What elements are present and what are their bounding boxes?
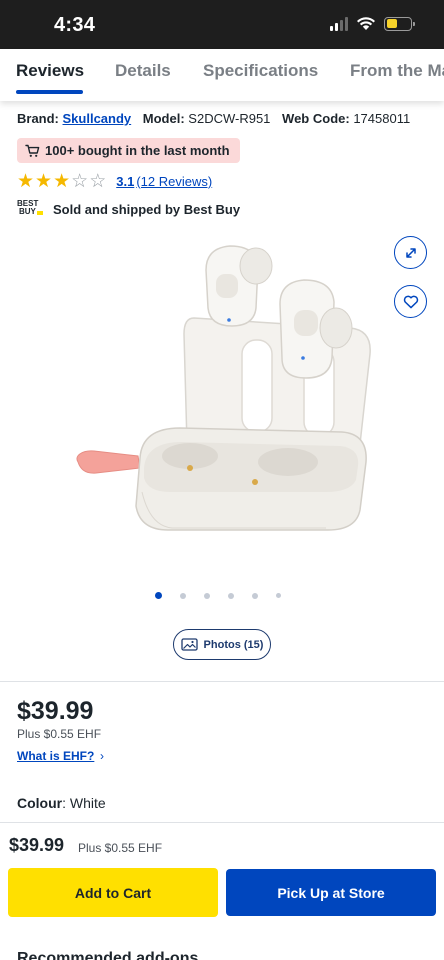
star-filled-icon: ★ <box>17 171 35 192</box>
tab-specifications[interactable]: Specifications <box>203 61 318 81</box>
pagination-dot[interactable] <box>155 592 162 599</box>
product-meta: Brand: Skullcandy Model: S2DCW-R951 Web … <box>17 111 410 126</box>
expand-image-button[interactable] <box>394 236 427 269</box>
image-pagination <box>155 592 281 599</box>
star-filled-icon: ★ <box>53 171 71 192</box>
rating-summary[interactable]: ★ ★ ★ ☆ ☆ 3.1 (12 Reviews) <box>17 172 212 191</box>
brand-label: Brand: <box>17 111 59 126</box>
tab-from-the-manufacturer[interactable]: From the Ma <box>350 61 444 81</box>
signal-icon <box>330 16 348 31</box>
photos-button[interactable]: Photos (15) <box>173 629 271 660</box>
best-buy-logo: BEST BUY <box>17 200 44 218</box>
tab-reviews[interactable]: Reviews <box>16 61 84 81</box>
tab-details[interactable]: Details <box>115 61 171 81</box>
pagination-dot[interactable] <box>228 592 234 599</box>
wishlist-button[interactable] <box>394 285 427 318</box>
seller-text: Sold and shipped by Best Buy <box>53 201 241 217</box>
sticky-price: $39.99 <box>9 835 65 855</box>
webcode-label: Web Code: <box>282 111 350 126</box>
colour-selection: Colour: White <box>17 795 106 811</box>
star-empty-icon: ☆ <box>71 171 89 192</box>
product-image[interactable] <box>60 230 380 560</box>
colour-value: White <box>69 795 106 811</box>
heart-icon <box>403 295 418 308</box>
pick-up-at-store-button[interactable]: Pick Up at Store <box>226 869 436 916</box>
recommended-addons-heading: Recommended add-ons <box>17 950 199 960</box>
review-count-link[interactable]: (12 Reviews) <box>136 174 212 189</box>
photo-icon <box>180 638 198 651</box>
popularity-badge: 100+ bought in the last month <box>17 138 240 163</box>
status-icons <box>330 16 415 31</box>
seller-info: BEST BUY Sold and shipped by Best Buy <box>17 200 240 218</box>
status-time: 4:34 <box>54 14 96 36</box>
brand-link[interactable]: Skullcandy <box>63 111 132 126</box>
photos-label: Photos (15) <box>203 638 264 651</box>
model-value: S2DCW-R951 <box>188 111 271 126</box>
sticky-ehf: Plus $0.55 EHF <box>78 841 163 855</box>
model-label: Model: <box>142 111 185 126</box>
webcode-value: 17458011 <box>353 111 411 126</box>
colour-label: Colour <box>17 795 63 811</box>
chevron-right-icon[interactable]: › <box>100 749 104 763</box>
wifi-icon <box>357 17 375 30</box>
sticky-purchase-bar: $39.99 Plus $0.55 EHF Add to Cart Pick U… <box>0 822 444 932</box>
star-filled-icon: ★ <box>35 171 53 192</box>
battery-icon <box>384 16 415 31</box>
pagination-dot[interactable] <box>276 593 281 598</box>
section-tabs: Reviews Details Specifications From the … <box>0 49 444 101</box>
active-tab-indicator <box>16 90 83 94</box>
cart-icon <box>25 144 40 157</box>
pagination-dot[interactable] <box>180 592 186 599</box>
section-divider <box>0 681 444 682</box>
popularity-text: 100+ bought in the last month <box>45 143 230 158</box>
rating-value[interactable]: 3.1 <box>116 174 134 189</box>
ehf-fee: Plus $0.55 EHF <box>17 727 102 741</box>
product-price: $39.99 <box>17 697 94 725</box>
star-empty-icon: ☆ <box>89 171 107 192</box>
star-rating: ★ ★ ★ ☆ ☆ <box>17 172 106 191</box>
add-to-cart-button[interactable]: Add to Cart <box>8 868 218 917</box>
what-is-ehf-link[interactable]: What is EHF? <box>17 749 94 763</box>
pagination-dot[interactable] <box>204 592 210 599</box>
status-bar: 4:34 <box>0 0 444 49</box>
expand-icon <box>405 247 416 258</box>
pagination-dot[interactable] <box>252 592 258 599</box>
